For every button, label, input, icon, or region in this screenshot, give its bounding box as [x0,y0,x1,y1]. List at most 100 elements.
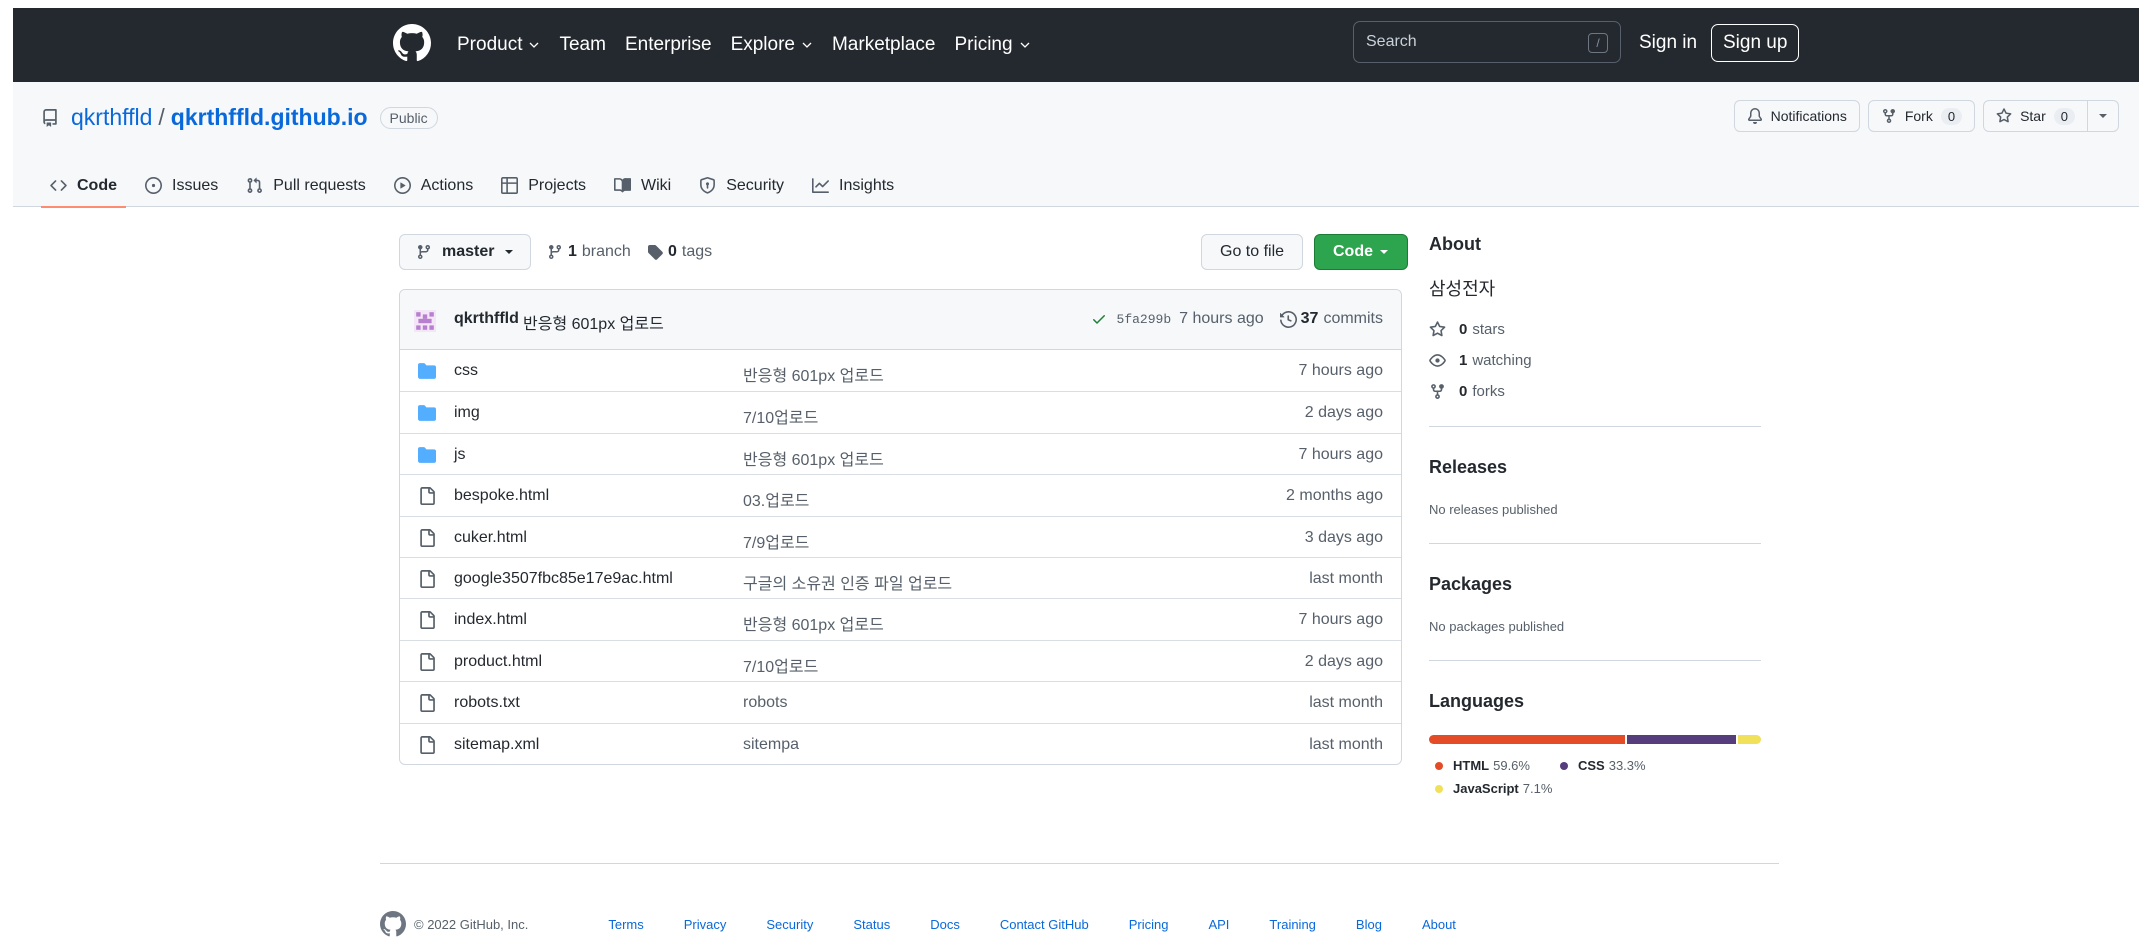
file-commit-message-link[interactable]: 03.업로드 [743,487,809,511]
footer-link-status[interactable]: Status [853,917,890,932]
avatar[interactable] [414,310,436,332]
releases-heading[interactable]: Releases [1429,457,1761,478]
history-icon [1279,310,1297,328]
footer-link-security[interactable]: Security [766,917,813,932]
nav-item-enterprise[interactable]: Enterprise [625,34,712,56]
file-commit-message-link[interactable]: 반응형 601px 업로드 [743,611,884,635]
tab-wiki[interactable]: Wiki [605,164,680,207]
footer: © 2022 GitHub, Inc. Terms Privacy Security… [380,910,1496,938]
footer-link-training[interactable]: Training [1269,917,1315,932]
footer-link-privacy[interactable]: Privacy [684,917,727,932]
nav-item-product[interactable]: Product [457,34,540,56]
file-name-link[interactable]: sitemap.xml [454,736,539,754]
caret-down-icon [2099,114,2107,118]
file-name-link[interactable]: cuker.html [454,529,527,547]
tab-issues[interactable]: Issues [136,164,227,207]
star-icon [1429,321,1446,337]
stars-label: stars [1472,321,1505,338]
forks-label: forks [1472,383,1505,400]
fork-label: Fork [1904,108,1933,124]
file-name-link[interactable]: index.html [454,611,527,629]
commit-author-link[interactable]: qkrthffld [454,310,519,328]
commit-sha-link[interactable]: 5fa299b [1117,312,1172,327]
branch-name: master [442,243,495,260]
nav-item-marketplace[interactable]: Marketplace [832,34,936,56]
watching-link[interactable]: 1 watching [1429,352,1761,369]
tab-security[interactable]: Security [690,164,793,207]
go-to-file-button[interactable]: Go to file [1201,234,1304,270]
language-item-css[interactable]: CSS 33.3% [1559,758,1646,773]
footer-link-about[interactable]: About [1422,917,1456,932]
footer-link-docs[interactable]: Docs [930,917,960,932]
latest-commit-bar: qkrthffld 반응형 601px 업로드 5fa299b 7 hours … [400,290,1401,350]
language-name: CSS [1577,758,1605,773]
sign-in-link[interactable]: Sign in [1639,26,1697,60]
table-row: sitemap.xml sitempa last month [400,722,1401,764]
file-name-link[interactable]: google3507fbc85e17e9ac.html [454,570,673,588]
check-icon[interactable] [1091,311,1107,327]
github-logo-icon[interactable] [393,24,431,62]
footer-link-blog[interactable]: Blog [1356,917,1382,932]
tab-code[interactable]: Code [41,164,126,208]
branch-select-button[interactable]: master [399,234,532,270]
repo-name-link[interactable]: qkrthffld.github.io [171,104,368,131]
footer-link-terms[interactable]: Terms [608,917,643,932]
releases-note: No releases published [1429,502,1558,517]
file-name-link[interactable]: css [454,362,478,380]
sign-up-button[interactable]: Sign up [1711,24,1800,62]
star-group: Star 0 [1983,100,2119,132]
language-item-javascript[interactable]: JavaScript 7.1% [1435,781,1552,796]
star-list-dropdown-button[interactable] [2088,100,2119,132]
repo-owner-link[interactable]: qkrthffld [71,104,152,131]
file-commit-message-link[interactable]: 7/9업로드 [743,529,809,553]
file-commit-message-link[interactable]: robots [743,694,787,712]
folder-icon [418,405,436,422]
stars-link[interactable]: 0 stars [1429,321,1761,338]
tab-pull-requests[interactable]: Pull requests [237,164,375,207]
footer-link-pricing[interactable]: Pricing [1129,917,1169,932]
search-box[interactable]: / [1353,21,1621,63]
file-icon [420,569,435,588]
search-shortcut-key: / [1588,33,1608,53]
branches-link[interactable]: 1 branch [547,234,631,270]
nav-item-pricing[interactable]: Pricing [954,34,1030,56]
commit-message-link[interactable]: 반응형 601px 업로드 [523,310,664,334]
file-age: last month [1309,569,1383,587]
fork-button[interactable]: Fork 0 [1867,100,1976,132]
language-bar [1429,735,1761,744]
shield-icon [700,177,716,194]
forks-link[interactable]: 0 forks [1429,383,1761,400]
tags-link[interactable]: 0 tags [647,234,712,270]
file-commit-message-link[interactable]: 반응형 601px 업로드 [743,446,884,470]
file-age: 2 months ago [1286,487,1383,505]
tab-projects[interactable]: Projects [492,164,595,207]
code-button[interactable]: Code [1314,234,1408,270]
commit-time: 7 hours ago [1179,310,1264,327]
languages-heading: Languages [1429,691,1525,711]
star-button[interactable]: Star 0 [1983,100,2088,132]
search-input[interactable] [1366,33,1566,51]
tab-insights[interactable]: Insights [803,164,903,207]
tab-label: Security [726,176,785,194]
language-item-html[interactable]: HTML 59.6% [1435,758,1530,773]
file-name-link[interactable]: robots.txt [454,694,520,712]
repo-sidebar: About 삼성전자 0 stars 1 watching 0 forks Re… [1429,234,1761,800]
github-logo-icon[interactable] [380,911,406,937]
footer-link-api[interactable]: API [1208,917,1229,932]
nav-item-team[interactable]: Team [559,34,605,56]
tab-actions[interactable]: Actions [385,164,482,207]
file-name-link[interactable]: js [454,446,466,464]
commits-history-link[interactable]: 37 commits [1279,310,1383,328]
file-commit-message-link[interactable]: 반응형 601px 업로드 [743,362,884,386]
nav-item-explore[interactable]: Explore [731,34,813,56]
packages-heading[interactable]: Packages [1429,574,1761,595]
footer-link-contact-github[interactable]: Contact GitHub [1000,917,1089,932]
file-commit-message-link[interactable]: sitempa [743,736,799,754]
file-commit-message-link[interactable]: 7/10업로드 [743,653,818,677]
file-name-link[interactable]: bespoke.html [454,487,549,505]
file-commit-message-link[interactable]: 7/10업로드 [743,404,818,428]
file-name-link[interactable]: img [454,404,480,422]
file-commit-message-link[interactable]: 구글의 소유권 인증 파일 업로드 [743,570,952,594]
notifications-button[interactable]: Notifications [1733,100,1860,132]
file-name-link[interactable]: product.html [454,653,542,671]
